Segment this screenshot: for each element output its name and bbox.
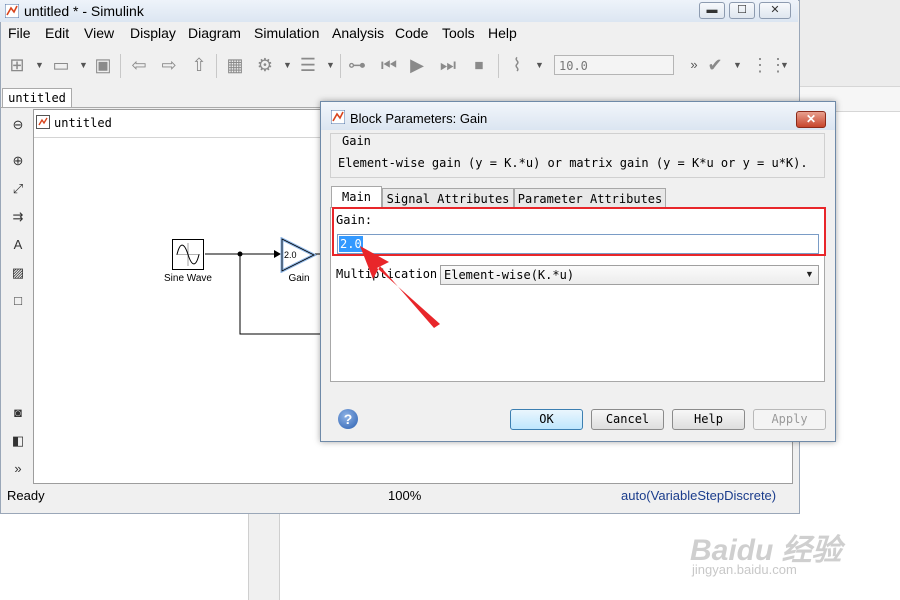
help-icon[interactable]: ? <box>338 409 358 429</box>
close-window-button[interactable]: ✕ <box>759 2 791 19</box>
link-icon[interactable]: ⊶ <box>346 54 368 76</box>
background-window <box>795 0 900 112</box>
toolbar-separator <box>216 54 217 78</box>
menu-analysis[interactable]: Analysis <box>332 25 384 41</box>
gear-icon[interactable]: ⚙ <box>254 54 276 76</box>
fit-view-icon[interactable]: ⊖ <box>10 117 26 133</box>
menu-help[interactable]: Help <box>488 25 517 41</box>
toolbar-overflow-button[interactable]: » <box>683 54 705 76</box>
chevron-down-icon[interactable]: ▼ <box>283 60 292 70</box>
tab-signal-attributes[interactable]: Signal Attributes <box>382 188 514 208</box>
chevron-down-icon[interactable]: ▼ <box>535 60 544 70</box>
dialog-title: Block Parameters: Gain <box>350 111 488 126</box>
cancel-button[interactable]: Cancel <box>591 409 664 430</box>
open-folder-icon[interactable]: ▭ <box>50 54 72 76</box>
library-browser-icon[interactable]: ▦ <box>224 54 246 76</box>
gain-block[interactable]: 2.0 <box>280 237 318 273</box>
sine-wave-label: Sine Wave <box>164 273 212 284</box>
menu-display[interactable]: Display <box>130 25 176 41</box>
expand-palette-button[interactable]: » <box>10 461 26 477</box>
save-icon[interactable]: ▣ <box>92 54 114 76</box>
chevron-down-icon[interactable]: ▼ <box>805 269 814 279</box>
model-icon <box>36 115 50 129</box>
stop-time-input[interactable]: 10.0 <box>554 55 674 75</box>
menu-edit[interactable]: Edit <box>45 25 69 41</box>
scope-icon[interactable]: ⌇ <box>506 54 528 76</box>
minimize-button[interactable]: ▬ <box>699 2 725 19</box>
simulink-logo-icon <box>331 110 345 124</box>
apply-button[interactable]: Apply <box>753 409 826 430</box>
background-window-edge <box>248 514 280 600</box>
area-icon[interactable]: □ <box>10 293 26 309</box>
zoom-level: 100% <box>388 488 422 503</box>
model-explorer-icon[interactable]: ☰ <box>297 54 319 76</box>
back-arrow-icon[interactable]: ⇦ <box>128 54 150 76</box>
tab-parameter-attributes[interactable]: Parameter Attributes <box>514 188 666 208</box>
menu-simulation[interactable]: Simulation <box>254 25 319 41</box>
toolbar-separator <box>120 54 121 78</box>
sine-wave-block[interactable] <box>172 239 204 270</box>
chevron-down-icon[interactable]: ▼ <box>780 60 789 70</box>
help-button[interactable]: Help <box>672 409 745 430</box>
solver-status[interactable]: auto(VariableStepDiscrete) <box>621 488 776 503</box>
multiplication-label: Multiplication: <box>336 267 445 281</box>
arrow-icon[interactable]: ⇉ <box>10 209 26 225</box>
step-forward-icon[interactable]: ⏭ <box>437 54 459 76</box>
ok-button[interactable]: OK <box>510 409 583 430</box>
window-title: untitled * - Simulink <box>24 3 144 19</box>
new-model-icon[interactable]: ⊞ <box>6 54 28 76</box>
menu-diagram[interactable]: Diagram <box>188 25 241 41</box>
annotation-icon[interactable]: A <box>10 237 26 253</box>
tab-main[interactable]: Main <box>331 186 382 208</box>
model-browser-icon[interactable]: ◧ <box>10 433 26 449</box>
fit-to-view-icon[interactable]: ⤢ <box>10 181 26 197</box>
block-palette: ⊖ ⊕ ⤢ ⇉ A ▨ □ ◙ ◧ » <box>2 109 32 484</box>
chevron-down-icon[interactable]: ▼ <box>35 60 44 70</box>
toolbar-separator <box>498 54 499 78</box>
toolbar-separator <box>340 54 341 78</box>
gain-block-label: Gain <box>288 273 310 284</box>
build-icon[interactable]: ⋮⋮ <box>751 54 787 76</box>
menu-bar: File Edit View Display Diagram Simulatio… <box>0 22 798 44</box>
menu-view[interactable]: View <box>84 25 114 41</box>
simulink-logo-icon <box>5 4 19 18</box>
toolbar: ⊞ ▼ ▭ ▼ ▣ ⇦ ⇨ ⇧ ▦ ⚙ ▼ ☰ ▼ ⊶ ⏮ ▶ ⏭ ⏹ ⌇ ▼ … <box>0 46 798 86</box>
sine-wave-icon <box>176 243 200 266</box>
check-icon[interactable]: ✔ <box>704 54 726 76</box>
up-arrow-icon[interactable]: ⇧ <box>188 54 210 76</box>
forward-arrow-icon[interactable]: ⇨ <box>158 54 180 76</box>
annotation-highlight-box <box>332 207 826 256</box>
group-title: Gain <box>340 134 373 148</box>
stop-icon[interactable]: ⏹ <box>468 54 490 76</box>
multiplication-select[interactable]: Element-wise(K.*u) <box>440 265 819 285</box>
step-back-icon[interactable]: ⏮ <box>378 54 400 76</box>
chevron-down-icon[interactable]: ▼ <box>79 60 88 70</box>
menu-tools[interactable]: Tools <box>442 25 475 41</box>
screenshot-icon[interactable]: ◙ <box>10 405 26 421</box>
watermark-url: jingyan.baidu.com <box>692 562 797 577</box>
chevron-down-icon[interactable]: ▼ <box>326 60 335 70</box>
status-text: Ready <box>7 488 45 503</box>
menu-file[interactable]: File <box>8 25 31 41</box>
menu-code[interactable]: Code <box>395 25 428 41</box>
maximize-button[interactable]: ☐ <box>729 2 755 19</box>
gain-block-value: 2.0 <box>284 250 297 260</box>
zoom-icon[interactable]: ⊕ <box>10 153 26 169</box>
dialog-close-button[interactable]: ✕ <box>796 111 826 128</box>
block-description: Element-wise gain (y = K.*u) or matrix g… <box>338 156 808 170</box>
tab-untitled[interactable]: untitled <box>2 88 72 108</box>
breadcrumb[interactable]: untitled <box>54 116 112 138</box>
image-icon[interactable]: ▨ <box>10 265 26 281</box>
chevron-down-icon[interactable]: ▼ <box>733 60 742 70</box>
run-icon[interactable]: ▶ <box>406 54 428 76</box>
